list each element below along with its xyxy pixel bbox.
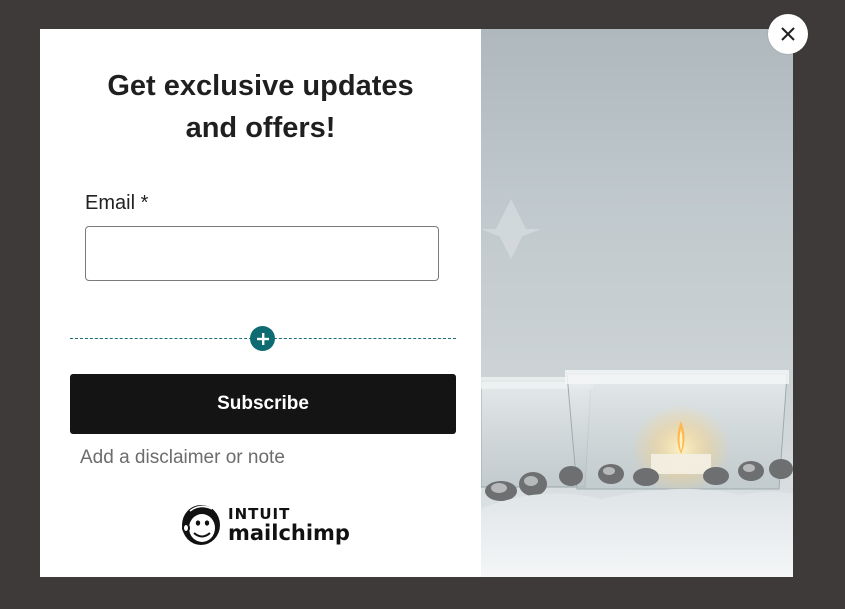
brand-mailchimp: mailchimp bbox=[228, 520, 350, 545]
mailchimp-freddie-icon bbox=[182, 505, 220, 545]
brand-wordmark: INTUIT mailchimp bbox=[228, 504, 350, 545]
email-label: Email * bbox=[85, 192, 149, 214]
disclaimer-note[interactable]: Add a disclaimer or note bbox=[80, 447, 285, 469]
candle-photo-illustration bbox=[481, 199, 793, 577]
headline: Get exclusive updates and offers! bbox=[40, 65, 481, 149]
email-input[interactable] bbox=[85, 226, 439, 281]
brand-intuit: INTUIT bbox=[228, 504, 291, 523]
close-button[interactable] bbox=[768, 14, 808, 54]
close-icon bbox=[781, 27, 795, 41]
subscribe-button[interactable]: Subscribe bbox=[70, 374, 456, 434]
headline-line-1: Get exclusive updates bbox=[107, 70, 414, 102]
candle-photo bbox=[481, 29, 793, 577]
signup-modal: Get exclusive updates and offers! Email … bbox=[40, 29, 793, 577]
plus-icon bbox=[256, 332, 269, 345]
add-block-button[interactable] bbox=[250, 326, 275, 351]
form-panel: Get exclusive updates and offers! Email … bbox=[40, 29, 481, 577]
headline-line-2: and offers! bbox=[185, 112, 336, 144]
mailchimp-branding[interactable]: INTUIT mailchimp bbox=[180, 502, 350, 548]
